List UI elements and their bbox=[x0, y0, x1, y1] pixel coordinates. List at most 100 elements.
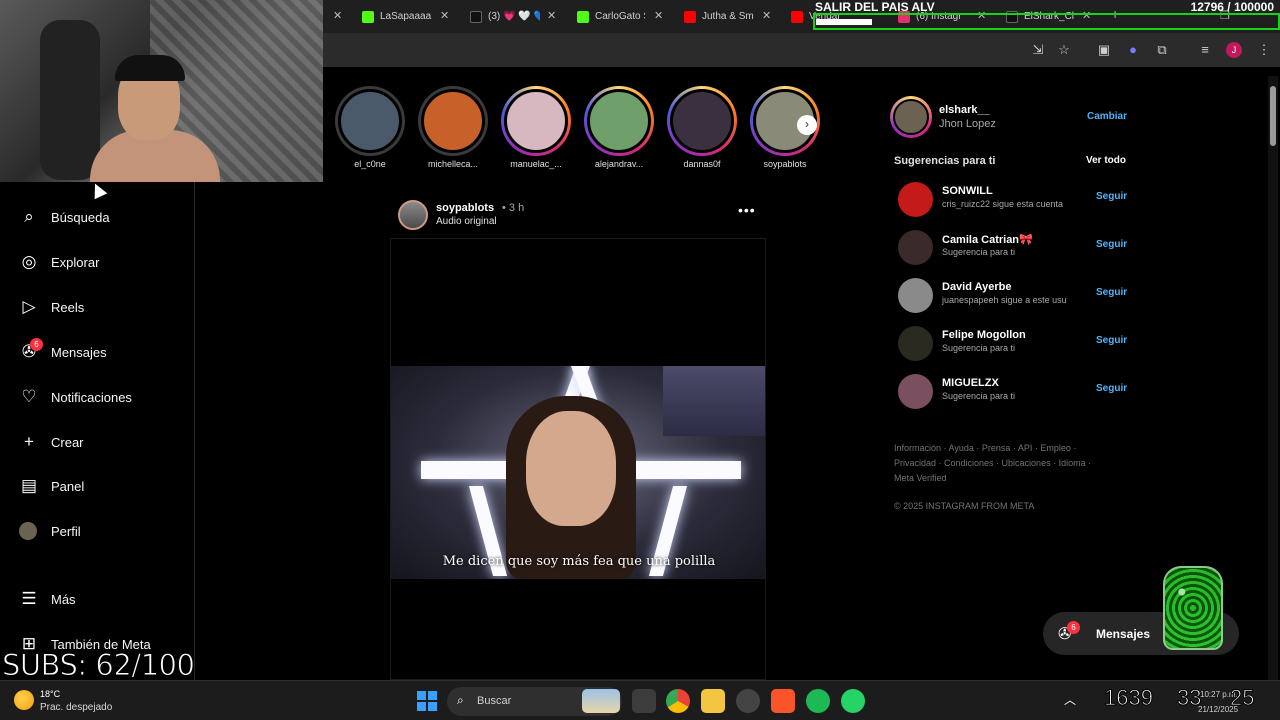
browser-tab[interactable]: Jutha & Sm bbox=[684, 4, 754, 29]
suggestion-username[interactable]: Felipe Mogollon bbox=[942, 329, 1026, 341]
windows-start-icon[interactable] bbox=[417, 691, 437, 711]
sidebar-item-profile[interactable]: Perfil bbox=[0, 511, 195, 551]
tab-close-icon[interactable]: ✕ bbox=[333, 9, 342, 22]
footer-links: Información · Ayuda · Prensa · API · Emp… bbox=[894, 441, 1109, 486]
extension-icon[interactable]: ▣ bbox=[1096, 42, 1112, 58]
sidebar-item-dashboard[interactable]: ▤ Panel bbox=[0, 466, 195, 506]
story-avatar bbox=[587, 89, 651, 153]
suggestion-username[interactable]: Camila Catrian🎀 bbox=[942, 233, 1033, 246]
post-audio-link[interactable]: Audio original bbox=[436, 216, 497, 227]
sidebar-item-create[interactable]: + Crear bbox=[0, 422, 195, 462]
footer-link-line[interactable]: Privacidad · Condiciones · Ubicaciones ·… bbox=[894, 456, 1109, 471]
countdown-seconds: 25 bbox=[1229, 685, 1255, 711]
webcam-person-cap bbox=[115, 55, 185, 81]
post-more-options-icon[interactable]: ••• bbox=[738, 202, 756, 218]
profile-avatar[interactable]: J bbox=[1226, 42, 1242, 58]
brave-icon[interactable] bbox=[771, 689, 795, 713]
footer-link-line[interactable]: Meta Verified bbox=[894, 471, 1109, 486]
suggestion-username[interactable]: David Ayerbe bbox=[942, 281, 1012, 293]
browser-tab[interactable]: (3) 💗 🤍 💙 bbox=[470, 4, 540, 29]
spotify-icon[interactable] bbox=[806, 689, 830, 713]
post-author-username[interactable]: soypablots bbox=[436, 202, 494, 214]
follow-button[interactable]: Seguir bbox=[1096, 191, 1127, 202]
suggestion-subtitle: cris_ruizc22 sigue esta cuenta bbox=[942, 199, 1064, 209]
sidebar-item-reels[interactable]: ▷ Reels bbox=[0, 287, 195, 327]
current-user-avatar[interactable] bbox=[890, 96, 932, 138]
tray-chevron-up-icon[interactable]: ︿ bbox=[1064, 691, 1076, 708]
heart-icon: ♡ bbox=[21, 387, 37, 406]
post-video[interactable]: Me dicen que soy más fea que una polilla bbox=[390, 238, 766, 680]
see-all-button[interactable]: Ver todo bbox=[1086, 155, 1126, 166]
switch-account-button[interactable]: Cambiar bbox=[1087, 111, 1127, 122]
sidebar-item-search[interactable]: ⌕ Búsqueda bbox=[0, 197, 195, 237]
story-avatar bbox=[504, 89, 568, 153]
suggestion-avatar[interactable] bbox=[898, 326, 933, 361]
footer-link-line[interactable]: Información · Ayuda · Prensa · API · Emp… bbox=[894, 441, 1109, 456]
whatsapp-icon[interactable] bbox=[841, 689, 865, 713]
youtube-icon bbox=[791, 10, 803, 23]
weather-description: Prac. despejado bbox=[40, 702, 113, 713]
current-user-username[interactable]: elshark__ bbox=[939, 104, 990, 116]
stream-jar-overlay bbox=[1163, 566, 1223, 650]
tab-label: LaSapaaaa bbox=[380, 11, 432, 22]
sidebar-item-explore[interactable]: ◎ Explorar bbox=[0, 242, 195, 282]
sidebar-item-label: Perfil bbox=[51, 523, 81, 539]
story-item[interactable]: alejandrav... bbox=[579, 86, 659, 176]
sidebar-item-more[interactable]: ☰ Más bbox=[0, 579, 195, 619]
settings-gear-icon[interactable] bbox=[736, 689, 760, 713]
browser-menu-icon[interactable]: ⋮ bbox=[1256, 42, 1272, 58]
install-app-icon[interactable]: ⇲ bbox=[1030, 42, 1046, 58]
webcam-overlay bbox=[0, 0, 323, 182]
right-sidebar: elshark__ Jhon Lopez Cambiar Sugerencias… bbox=[890, 92, 1140, 522]
suggestion-avatar[interactable] bbox=[898, 374, 933, 409]
copyright: © 2025 INSTAGRAM FROM META bbox=[894, 501, 1035, 511]
task-view-icon[interactable] bbox=[632, 689, 656, 713]
stories-next-chevron-icon[interactable]: › bbox=[797, 115, 817, 135]
suggestion-avatar[interactable] bbox=[898, 278, 933, 313]
suggestion-username[interactable]: SONWILL bbox=[942, 185, 993, 197]
search-highlight-icon[interactable] bbox=[582, 689, 620, 713]
weather-sun-icon[interactable] bbox=[14, 690, 34, 710]
video-frame: Me dicen que soy más fea que una polilla bbox=[391, 366, 765, 579]
sidebar-item-label: Mensajes bbox=[51, 344, 107, 360]
sidebar-item-label: Notificaciones bbox=[51, 389, 132, 405]
suggestion-avatar[interactable] bbox=[898, 182, 933, 217]
tab-close-icon[interactable]: ✕ bbox=[440, 9, 449, 22]
story-item[interactable]: michelleca... bbox=[413, 86, 493, 176]
follow-button[interactable]: Seguir bbox=[1096, 383, 1127, 394]
suggestion-username[interactable]: MIGUELZX bbox=[942, 377, 999, 389]
sidebar-item-notifications[interactable]: ♡ Notificaciones bbox=[0, 377, 195, 417]
sidebar-item-label: Más bbox=[51, 591, 76, 607]
sidebar-item-messages[interactable]: ✇ 6 Mensajes bbox=[0, 332, 195, 372]
suggestion-avatar[interactable] bbox=[898, 230, 933, 265]
taskbar-search-label: Buscar bbox=[477, 695, 512, 707]
scrollbar-thumb[interactable] bbox=[1270, 86, 1276, 146]
browser-tab[interactable]: LaSapaaaa bbox=[362, 4, 432, 29]
sidebar-item-label: Explorar bbox=[51, 254, 100, 270]
follow-button[interactable]: Seguir bbox=[1096, 335, 1127, 346]
bookmark-star-icon[interactable]: ☆ bbox=[1056, 42, 1072, 58]
chrome-icon[interactable] bbox=[666, 689, 690, 713]
browser-tab[interactable]: CarloGato S bbox=[577, 4, 645, 29]
tab-close-icon[interactable]: ✕ bbox=[762, 9, 771, 22]
extensions-puzzle-icon[interactable]: ⧉ bbox=[1154, 42, 1170, 58]
extension-icon[interactable]: ● bbox=[1125, 42, 1141, 58]
story-item[interactable]: el_c0ne bbox=[330, 86, 410, 176]
file-explorer-icon[interactable] bbox=[701, 689, 725, 713]
page-scrollbar[interactable] bbox=[1268, 76, 1278, 680]
sidebar-item-label: Crear bbox=[51, 434, 84, 450]
chart-icon: ▤ bbox=[20, 476, 38, 495]
tab-close-icon[interactable]: ✕ bbox=[654, 9, 663, 22]
story-item[interactable]: manuelac_... bbox=[496, 86, 576, 176]
follow-button[interactable]: Seguir bbox=[1096, 239, 1127, 250]
story-item[interactable]: dannas0f bbox=[662, 86, 742, 176]
post-author-avatar[interactable] bbox=[398, 200, 428, 230]
media-control-icon[interactable]: ≡ bbox=[1197, 42, 1213, 58]
menu-icon: ☰ bbox=[21, 589, 37, 608]
story-avatar bbox=[670, 89, 734, 153]
tab-label: CarloGato S bbox=[595, 11, 645, 22]
post-timestamp: • 3 h bbox=[502, 202, 525, 214]
follow-button[interactable]: Seguir bbox=[1096, 287, 1127, 298]
tab-close-icon[interactable]: ✕ bbox=[547, 9, 556, 22]
instagram-sidebar: ⌕ Búsqueda ◎ Explorar ▷ Reels ✇ 6 Mensaj… bbox=[0, 182, 195, 680]
